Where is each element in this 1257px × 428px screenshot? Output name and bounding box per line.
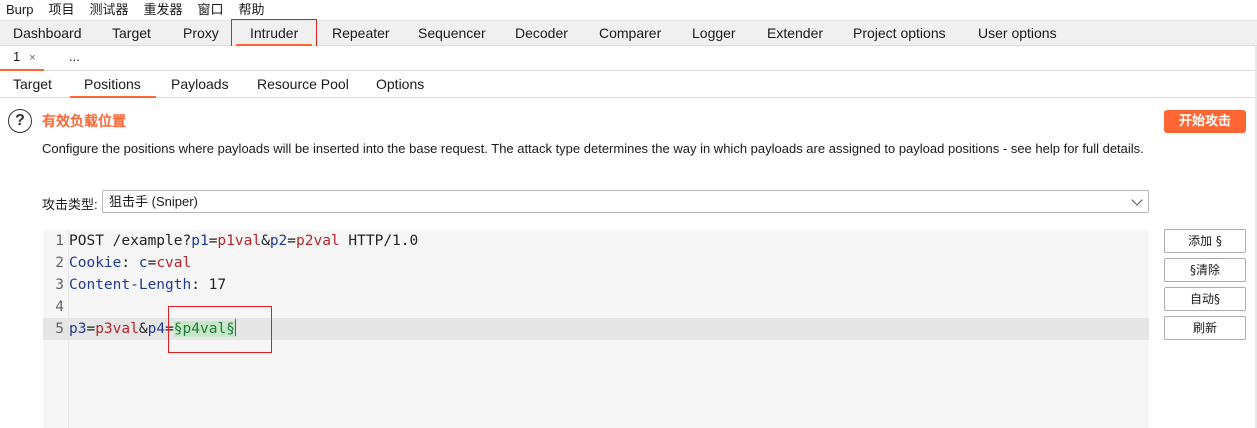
clear-markers-button[interactable]: §清除	[1164, 258, 1246, 282]
editor-line[interactable]: 1 POST /example?p1=p1val&p2=p2val HTTP/1.…	[43, 230, 1149, 252]
code-token: =	[165, 321, 174, 337]
code-token: : 17	[191, 277, 227, 293]
code-token: cval	[156, 255, 192, 271]
add-marker-button[interactable]: 添加 §	[1164, 229, 1246, 253]
line-number: 4	[55, 299, 64, 315]
code-token: &	[138, 321, 148, 337]
line-number: 2	[55, 255, 64, 271]
code-token: POST /example?	[69, 233, 192, 249]
tab-dashboard[interactable]: Dashboard	[13, 21, 82, 46]
attack-type-value: 狙击手 (Sniper)	[109, 194, 198, 209]
tab-user-options[interactable]: User options	[978, 21, 1057, 46]
line-code: p3=p3val&p4=§p4val§	[69, 318, 237, 340]
auto-markers-button[interactable]: 自动§	[1164, 287, 1246, 311]
close-icon[interactable]: ×	[29, 52, 35, 64]
editor-line[interactable]: 2 Cookie: c=cval	[43, 252, 1149, 274]
line-code: Content-Length: 17	[69, 274, 226, 296]
menu-window[interactable]: 窗口	[198, 2, 224, 18]
code-token: p4	[147, 321, 166, 337]
intruder-subtab-bar: Target Positions Payloads Resource Pool …	[0, 71, 1257, 98]
start-attack-button[interactable]: 开始攻击	[1164, 110, 1246, 133]
attack-tab-1[interactable]: 1 ×	[0, 46, 44, 71]
tab-proxy[interactable]: Proxy	[183, 21, 219, 46]
menu-help[interactable]: 帮助	[239, 2, 265, 18]
tab-sequencer[interactable]: Sequencer	[418, 21, 486, 46]
editor-line[interactable]: 5 p3=p3val&p4=§p4val§	[43, 318, 1149, 340]
menu-burp[interactable]: Burp	[6, 2, 33, 18]
help-icon[interactable]: ?	[8, 109, 32, 133]
tab-project-options[interactable]: Project options	[853, 21, 946, 46]
menu-intruder[interactable]: 测试器	[89, 2, 128, 18]
code-token: &	[261, 233, 270, 249]
tab-positions[interactable]: Positions	[70, 71, 156, 98]
tab-repeater[interactable]: Repeater	[332, 21, 390, 46]
text-cursor	[234, 319, 237, 336]
menu-bar: Burp 项目 测试器 重发器 窗口 帮助	[0, 0, 1257, 20]
payload-marker: §p4val§	[173, 321, 235, 337]
tab-logger[interactable]: Logger	[692, 21, 736, 46]
code-token: =	[287, 233, 297, 249]
tab-intruder[interactable]: Intruder	[235, 21, 313, 46]
editor-line[interactable]: 3 Content-Length: 17	[43, 274, 1149, 296]
menu-project[interactable]: 项目	[48, 2, 74, 18]
tab-comparer[interactable]: Comparer	[599, 21, 661, 46]
tab-target[interactable]: Target	[112, 21, 151, 46]
tool-tab-bar: Dashboard Target Proxy Intruder Repeater…	[0, 20, 1257, 46]
code-token: Cookie	[69, 255, 122, 271]
section-title: 有效负载位置	[42, 113, 126, 129]
code-token: p3	[69, 321, 87, 337]
code-token: =	[86, 321, 96, 337]
code-token: p2	[269, 233, 288, 249]
code-token: p3val	[95, 321, 139, 337]
request-editor[interactable]: 1 POST /example?p1=p1val&p2=p2val HTTP/1.…	[43, 230, 1149, 428]
code-token: c	[138, 255, 148, 271]
attack-type-select[interactable]: 狙击手 (Sniper)	[102, 190, 1149, 213]
tab-resource-pool[interactable]: Resource Pool	[257, 71, 349, 97]
line-code: POST /example?p1=p1val&p2=p2val HTTP/1.0	[69, 230, 418, 252]
attack-tab-bar: 1 × ...	[0, 46, 1257, 71]
attack-type-label: 攻击类型:	[42, 197, 98, 212]
code-token: p2val	[296, 233, 340, 249]
code-token: p1val	[217, 233, 262, 249]
line-number: 1	[55, 233, 64, 249]
code-token: Content-Length	[69, 277, 192, 293]
attack-tab-new[interactable]: ...	[69, 46, 80, 70]
tab-decoder[interactable]: Decoder	[515, 21, 568, 46]
line-number: 3	[55, 277, 64, 293]
refresh-button[interactable]: 刷新	[1164, 316, 1246, 340]
attack-tab-label: 1	[13, 49, 21, 64]
tab-extender[interactable]: Extender	[767, 21, 823, 46]
chevron-down-icon	[1131, 194, 1143, 206]
menu-repeater[interactable]: 重发器	[144, 2, 183, 18]
tab-target-sub[interactable]: Target	[13, 71, 52, 97]
tab-payloads[interactable]: Payloads	[171, 71, 229, 97]
code-token: :	[121, 255, 139, 271]
line-code: Cookie: c=cval	[69, 252, 191, 274]
section-description: Configure the positions where payloads w…	[42, 141, 1144, 156]
editor-line[interactable]: 4	[43, 296, 1149, 318]
code-token: HTTP/1.0	[339, 233, 419, 249]
line-number: 5	[55, 321, 64, 337]
tab-options[interactable]: Options	[376, 71, 424, 97]
code-token: p1	[191, 233, 209, 249]
